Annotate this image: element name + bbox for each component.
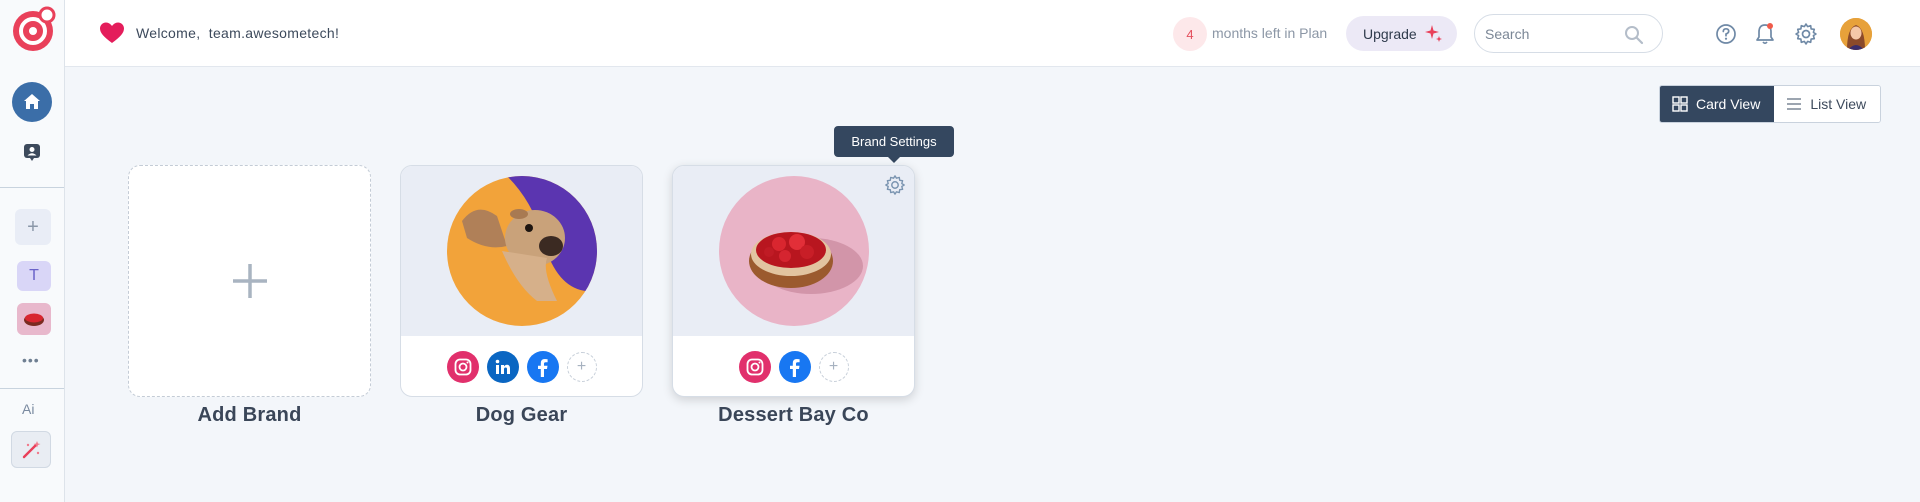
facebook-icon[interactable] [778, 351, 811, 383]
dog-photo-icon [447, 176, 597, 326]
app-logo[interactable] [9, 5, 57, 53]
gear-icon [885, 175, 905, 195]
magic-wand-icon [22, 440, 41, 458]
heart-icon [100, 22, 124, 49]
dessert-photo-icon [719, 176, 869, 326]
add-social-button[interactable]: + [818, 352, 849, 382]
settings-button[interactable] [1794, 22, 1818, 46]
search-box [1474, 14, 1663, 53]
brand-settings-button[interactable] [882, 172, 908, 198]
sidebar-divider [0, 187, 64, 188]
upgrade-label: Upgrade [1363, 25, 1417, 42]
upgrade-button[interactable]: Upgrade [1346, 16, 1457, 51]
brand-logo [447, 176, 597, 326]
list-view-button[interactable]: List View [1774, 86, 1881, 122]
months-left-badge: 4 [1173, 17, 1207, 51]
home-icon [24, 94, 40, 109]
list-view-label: List View [1810, 96, 1867, 112]
add-brand-label: Add Brand [197, 404, 302, 426]
dessert-thumbnail-icon [24, 313, 44, 326]
brand-settings-tooltip: Brand Settings [834, 126, 954, 163]
months-left-text: months left in Plan [1212, 25, 1328, 41]
add-social-button[interactable]: + [566, 352, 597, 382]
top-header: Welcome, team.awesometech! 4 months left… [65, 0, 1920, 67]
search-icon[interactable] [1624, 25, 1644, 50]
plus-icon [232, 264, 267, 298]
list-icon [1787, 98, 1802, 110]
home-button[interactable] [12, 82, 52, 122]
help-button[interactable] [1714, 22, 1738, 46]
social-accounts: + [401, 336, 642, 396]
search-input[interactable] [1485, 24, 1625, 44]
linkedin-icon[interactable] [486, 351, 519, 383]
ai-label: Ai [22, 401, 35, 417]
welcome-label: Welcome, [136, 25, 201, 41]
gear-icon [1795, 23, 1817, 45]
grid-icon [1672, 96, 1688, 112]
brand-image-area [401, 166, 642, 336]
contacts-button[interactable] [20, 140, 44, 164]
contact-card-icon [24, 144, 40, 161]
sparkle-icon [1423, 23, 1443, 46]
brand-card-dessert-bay-co[interactable]: + [672, 165, 915, 397]
add-brand-card[interactable] [128, 165, 371, 397]
brand-name: Dog Gear [475, 404, 568, 426]
bell-icon [1756, 23, 1774, 45]
welcome-message: Welcome, team.awesometech! [136, 25, 339, 41]
view-toggle: Card View List View [1659, 85, 1882, 123]
more-brands-button[interactable]: ••• [22, 352, 40, 368]
brand-image-area [673, 166, 914, 336]
sidebar: + T ••• Ai [0, 0, 65, 502]
notifications-button[interactable] [1753, 22, 1777, 46]
sidebar-brand-t[interactable]: T [17, 261, 51, 291]
card-view-button[interactable]: Card View [1660, 86, 1775, 122]
instagram-icon[interactable] [446, 351, 479, 383]
ai-magic-button[interactable] [11, 431, 51, 468]
brand-logo [719, 176, 869, 326]
card-view-label: Card View [1696, 96, 1761, 112]
add-brand-sidebar-button[interactable]: + [15, 209, 51, 245]
person-avatar-icon [1840, 18, 1872, 50]
brand-card-dog-gear[interactable]: + [400, 165, 643, 397]
brand-name: Dessert Bay Co [718, 404, 869, 426]
help-icon [1716, 24, 1736, 44]
user-avatar[interactable] [1840, 18, 1872, 50]
instagram-icon[interactable] [738, 351, 771, 383]
username: team.awesometech! [208, 25, 340, 41]
facebook-icon[interactable] [526, 351, 559, 383]
social-accounts: + [673, 336, 914, 396]
sidebar-divider [0, 388, 64, 389]
sidebar-brand-dessert[interactable] [17, 303, 51, 335]
